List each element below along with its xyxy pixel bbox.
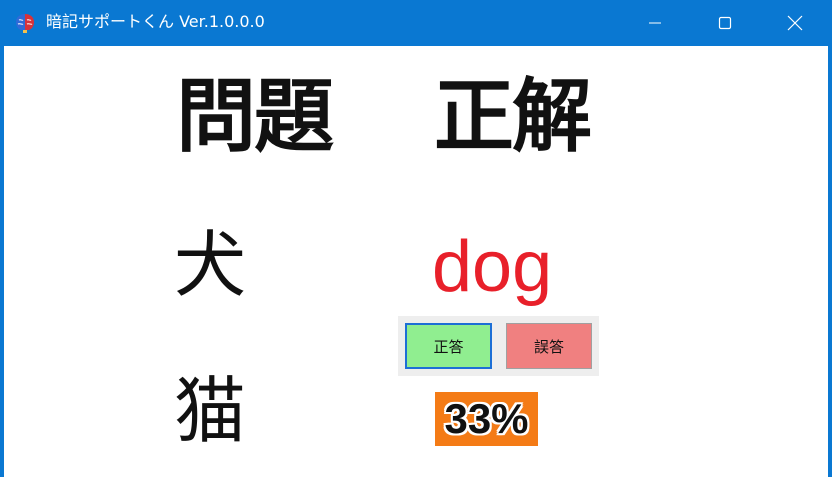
title-bar[interactable]: 暗記サポートくん Ver.1.0.0.0 xyxy=(0,0,832,46)
window-frame-right xyxy=(828,46,832,477)
brain-icon xyxy=(13,11,37,35)
close-icon xyxy=(787,15,803,31)
progress-label: 33% xyxy=(444,395,529,442)
question-header: 問題 xyxy=(176,70,334,163)
next-question: 猫 xyxy=(174,369,247,453)
answer-header: 正解 xyxy=(434,70,592,163)
maximize-icon xyxy=(718,16,732,30)
maximize-button[interactable] xyxy=(695,0,755,46)
window-title: 暗記サポートくん Ver.1.0.0.0 xyxy=(46,12,265,31)
minimize-button[interactable] xyxy=(625,0,685,46)
wrong-button[interactable]: 誤答 xyxy=(506,323,592,369)
answer-button-panel: 正答 誤答 xyxy=(398,316,599,376)
main-content xyxy=(4,46,828,477)
current-question: 犬 xyxy=(174,223,247,307)
current-answer: dog xyxy=(432,227,553,307)
close-button[interactable] xyxy=(765,0,825,46)
progress-badge: 33% xyxy=(435,392,538,446)
minimize-icon xyxy=(649,22,661,24)
correct-button[interactable]: 正答 xyxy=(405,323,492,369)
